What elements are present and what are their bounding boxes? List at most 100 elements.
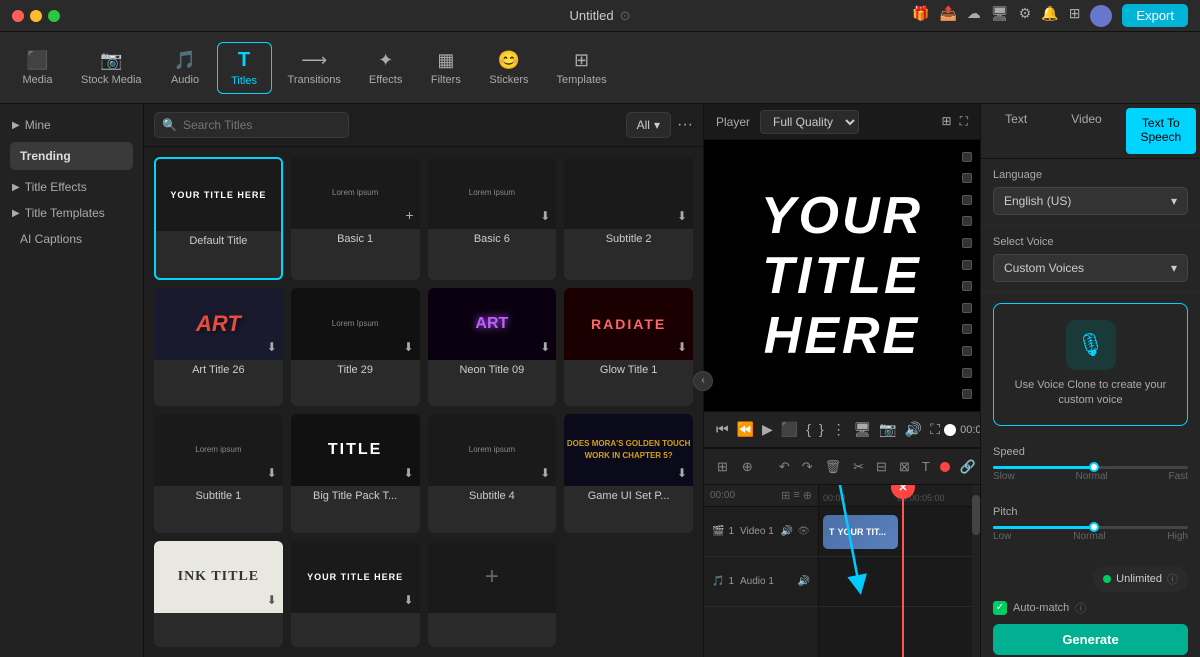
sidebar-item-mine[interactable]: ▶ Mine	[0, 112, 143, 138]
unlimited-badge[interactable]: Unlimited ⓘ	[1093, 566, 1188, 592]
quality-select[interactable]: Full Quality	[760, 110, 859, 134]
title-card-art26[interactable]: ART ⬇ Art Title 26	[154, 288, 283, 407]
toolbar-audio-label: Audio	[171, 74, 199, 86]
title-card-gameui[interactable]: DOES MORA'S GOLDEN TOUCH WORK IN CHAPTER…	[564, 414, 693, 533]
toolbar-titles[interactable]: T Titles	[217, 42, 272, 94]
mark-in-icon[interactable]: {	[806, 421, 811, 438]
tab-tts[interactable]: Text To Speech	[1126, 108, 1196, 154]
toolbar-stickers[interactable]: 😊 Stickers	[477, 44, 540, 92]
title-card-plus[interactable]: +	[428, 541, 557, 648]
panel-collapse-button[interactable]: ‹	[693, 371, 713, 391]
title-card-yourtitle2[interactable]: YOUR TITLE HERE ⬇	[291, 541, 420, 648]
fullscreen-icon[interactable]: ⛶	[930, 421, 940, 438]
title-card-subtitle4[interactable]: Lorem ipsum ⬇ Subtitle 4	[428, 414, 557, 533]
title-card-basic1[interactable]: Lorem ipsum + Basic 1	[291, 157, 420, 280]
sidebar-item-title-effects[interactable]: ▶ Title Effects	[0, 174, 143, 200]
toolbar-transitions[interactable]: ⟶ Transitions	[276, 44, 353, 92]
pitch-track[interactable]	[993, 526, 1188, 529]
gift-icon[interactable]: 🎁	[912, 5, 929, 27]
voice-dropdown[interactable]: Custom Voices ▾	[993, 254, 1188, 282]
toolbar-stock-media[interactable]: 📷 Stock Media	[69, 44, 154, 92]
tl-snap-icon[interactable]: ⊕	[737, 456, 758, 478]
skip-back-icon[interactable]: ⏮	[716, 421, 729, 438]
title-card-default[interactable]: YOUR TITLE HERE Default Title	[154, 157, 283, 280]
tl-left-icon3[interactable]: ⊕	[803, 489, 812, 502]
tab-text[interactable]: Text	[981, 104, 1051, 158]
title-card-subtitle1[interactable]: Lorem ipsum ⬇ Subtitle 1	[154, 414, 283, 533]
title-card-bigtitle[interactable]: TITLE ⬇ Big Title Pack T...	[291, 414, 420, 533]
language-dropdown[interactable]: English (US) ▾	[993, 187, 1188, 215]
title-label-subtitle2: Subtitle 2	[564, 229, 693, 249]
tl-left-icon1[interactable]: ⊞	[781, 489, 790, 502]
tl-split-icon[interactable]: ⊠	[894, 456, 915, 478]
chevron-down-icon: ▾	[1171, 261, 1177, 275]
tl-link-icon[interactable]: 🔗	[955, 456, 980, 478]
toolbar-stickers-label: Stickers	[489, 74, 528, 86]
video-track-label-row: 🎬 1 Video 1 🔊 👁	[704, 507, 818, 557]
tl-undo-icon[interactable]: ↶	[774, 456, 795, 478]
play-icon[interactable]: ▶	[762, 421, 773, 438]
share-icon[interactable]: 📤	[939, 5, 956, 27]
timeline-section: ⊞ ⊕ ↶ ↷ 🗑 ✂ ⊟ ⊠ T 🔗 ↺	[704, 447, 980, 657]
eye-icon[interactable]: 👁	[797, 526, 810, 537]
avatar[interactable]	[1090, 5, 1112, 27]
tl-redo-icon[interactable]: ↷	[797, 456, 818, 478]
settings-icon[interactable]: ⚙	[1019, 5, 1032, 27]
title-card-subtitle2[interactable]: ⬇ Subtitle 2	[564, 157, 693, 280]
timeline-scrollbar[interactable]	[972, 485, 980, 657]
speed-track[interactable]	[993, 466, 1188, 469]
sidebar-item-ai-captions[interactable]: AI Captions	[0, 226, 143, 252]
tl-left-icon2[interactable]: ≡	[793, 489, 799, 502]
title-card-neon09[interactable]: ART ⬇ Neon Title 09	[428, 288, 557, 407]
monitor-icon[interactable]: 🖥	[991, 5, 1009, 27]
export-button[interactable]: Export	[1122, 4, 1188, 27]
tl-cut-icon[interactable]: ✂	[848, 456, 869, 478]
tl-text-icon[interactable]: T	[917, 456, 935, 477]
stop-icon[interactable]: ⬛	[781, 421, 798, 438]
sidebar-item-trending[interactable]: Trending	[10, 142, 133, 170]
automatch-checkbox[interactable]: ✓	[993, 601, 1007, 615]
title-card-glow1[interactable]: RADIATE ⬇ Glow Title 1	[564, 288, 693, 407]
search-input[interactable]	[154, 112, 349, 138]
title-card-basic6[interactable]: Lorem ipsum ⬇ Basic 6	[428, 157, 557, 280]
toolbar-templates[interactable]: ⊞ Templates	[544, 44, 618, 92]
maximize-button[interactable]	[48, 10, 60, 22]
fullscreen-icon[interactable]: ⛶	[960, 114, 968, 129]
title-card-ink[interactable]: INK TITLE ⬇	[154, 541, 283, 648]
tab-video[interactable]: Video	[1051, 104, 1121, 158]
side-dot	[962, 389, 972, 399]
volume-track-icon[interactable]: 🔊	[781, 526, 793, 537]
close-button[interactable]	[12, 10, 24, 22]
app-title: Untitled	[570, 8, 614, 23]
step-back-icon[interactable]: ⏪	[737, 421, 754, 438]
toolbar-effects[interactable]: ✦ Effects	[357, 44, 414, 92]
more-icon[interactable]: ···	[677, 116, 693, 134]
automatch-row: ✓ Auto-match ⓘ	[993, 600, 1188, 616]
tl-delete-icon[interactable]: 🗑	[820, 456, 847, 478]
title-clip[interactable]: T YOUR TIT...	[823, 515, 898, 549]
generate-button[interactable]: Generate	[993, 624, 1188, 655]
title-card-title29[interactable]: Lorem Ipsum ⬇ Title 29	[291, 288, 420, 407]
toolbar-media[interactable]: ⬛ Media	[10, 44, 65, 92]
tl-crop-icon[interactable]: ⊟	[871, 456, 892, 478]
notification-icon[interactable]: 🔔	[1041, 5, 1058, 27]
filter-dropdown[interactable]: All ▾	[626, 112, 671, 138]
grid-view-icon[interactable]: ⊞	[942, 114, 952, 129]
sidebar-item-title-templates[interactable]: ▶ Title Templates	[0, 200, 143, 226]
minimize-button[interactable]	[30, 10, 42, 22]
split-icon[interactable]: ⋮	[832, 421, 846, 438]
toolbar-filters[interactable]: ▦ Filters	[418, 44, 473, 92]
audio-volume-icon[interactable]: 🔊	[798, 576, 810, 587]
volume-icon[interactable]: 🔊	[905, 421, 922, 438]
toolbar-audio[interactable]: 🎵 Audio	[158, 44, 213, 92]
scrollbar-thumb[interactable]	[972, 495, 980, 535]
grid-icon[interactable]: ⊞	[1069, 5, 1081, 27]
snapshot-icon[interactable]: 📷	[879, 421, 896, 438]
media-icon: ⬛	[26, 50, 48, 71]
mark-out-icon[interactable]: }	[819, 421, 824, 438]
voice-clone-box[interactable]: 🎙 Use Voice Clone to create your custom …	[993, 303, 1188, 426]
title-preview-gameui: DOES MORA'S GOLDEN TOUCH WORK IN CHAPTER…	[564, 414, 693, 486]
cloud-icon[interactable]: ☁	[967, 5, 981, 27]
tl-grid-icon[interactable]: ⊞	[712, 456, 733, 478]
monitor-icon[interactable]: 🖥	[854, 421, 872, 438]
